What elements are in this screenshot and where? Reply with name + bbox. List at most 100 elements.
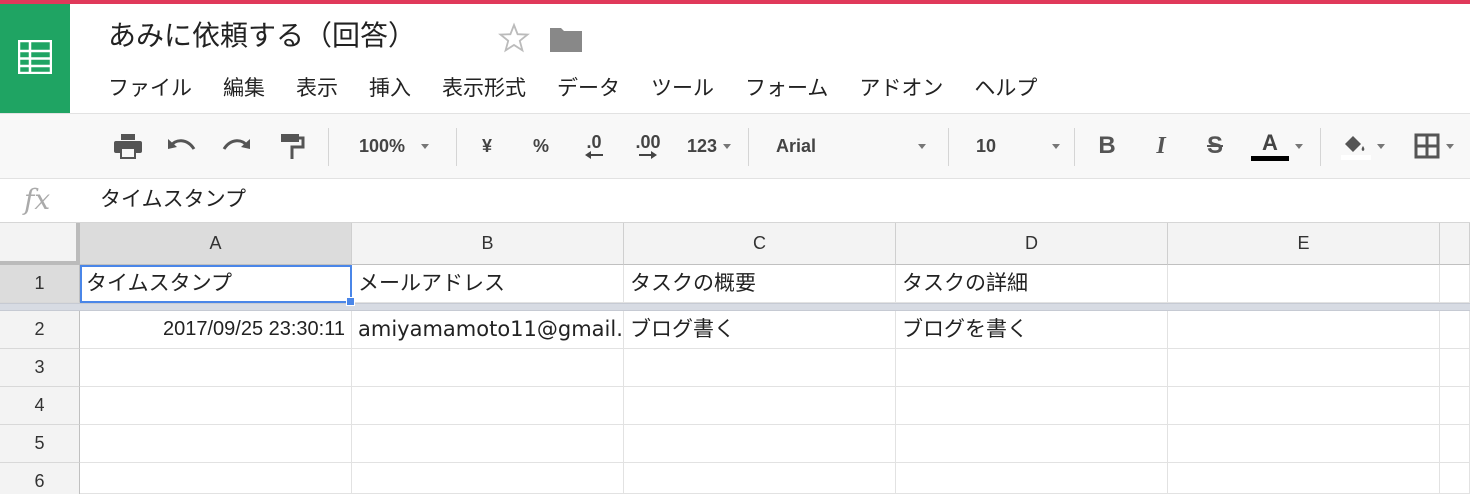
- print-button[interactable]: [110, 114, 146, 178]
- row-header-4[interactable]: 4: [0, 387, 80, 425]
- menu-edit[interactable]: 編集: [223, 72, 265, 106]
- cell-f3[interactable]: [1440, 349, 1470, 387]
- font-family-select[interactable]: Arial: [776, 114, 926, 178]
- cell-b5[interactable]: [352, 425, 624, 463]
- cell-b2[interactable]: amiyamamoto11@gmail.com: [352, 311, 624, 349]
- formula-bar: fx タイムスタンプ: [0, 179, 1470, 223]
- italic-button[interactable]: I: [1146, 114, 1176, 178]
- row-header-2[interactable]: 2: [0, 311, 80, 349]
- row-header-6[interactable]: 6: [0, 463, 80, 494]
- column-header-e[interactable]: E: [1168, 223, 1440, 265]
- fill-handle[interactable]: [346, 297, 355, 306]
- cell-a3[interactable]: [80, 349, 352, 387]
- column-header-b[interactable]: B: [352, 223, 624, 265]
- paint-format-icon: [281, 134, 305, 159]
- cell-f1[interactable]: [1440, 265, 1470, 303]
- cell-e4[interactable]: [1168, 387, 1440, 425]
- cell-f6[interactable]: [1440, 463, 1470, 494]
- currency-format-button[interactable]: ¥: [472, 114, 502, 178]
- borders-icon: [1414, 133, 1440, 159]
- column-header-next[interactable]: [1440, 223, 1470, 265]
- star-outline-icon[interactable]: [498, 22, 530, 54]
- toolbar-separator: [1320, 128, 1321, 166]
- cell-e5[interactable]: [1168, 425, 1440, 463]
- cell-b1[interactable]: メールアドレス: [352, 265, 624, 303]
- document-title[interactable]: あみに依頼する（回答）: [108, 14, 416, 54]
- row-header-5[interactable]: 5: [0, 425, 80, 463]
- borders-button[interactable]: [1404, 114, 1464, 178]
- text-color-swatch: [1251, 155, 1289, 161]
- cell-d4[interactable]: [896, 387, 1168, 425]
- formula-input[interactable]: タイムスタンプ: [100, 183, 246, 215]
- cell-b4[interactable]: [352, 387, 624, 425]
- row-header-1[interactable]: 1: [0, 265, 80, 303]
- cell-a4[interactable]: [80, 387, 352, 425]
- zoom-select[interactable]: 100%: [348, 114, 440, 178]
- toolbar-separator: [328, 128, 329, 166]
- redo-button[interactable]: [218, 114, 254, 178]
- sheets-logo[interactable]: [0, 4, 70, 113]
- cell-f2[interactable]: [1440, 311, 1470, 349]
- cell-e1[interactable]: [1168, 265, 1440, 303]
- cell-d2[interactable]: ブログを書く: [896, 311, 1168, 349]
- cell-c1[interactable]: タスクの概要: [624, 265, 896, 303]
- paint-format-button[interactable]: [274, 114, 310, 178]
- cell-f5[interactable]: [1440, 425, 1470, 463]
- bold-button[interactable]: B: [1092, 114, 1122, 178]
- menu-form[interactable]: フォーム: [745, 72, 828, 106]
- column-header-c[interactable]: C: [624, 223, 896, 265]
- menu-file[interactable]: ファイル: [108, 72, 192, 106]
- print-icon: [114, 134, 142, 159]
- spreadsheet-grid: A B C D E 1 2 3 4 5 6 タイムスタンプ メールアドレス タス…: [0, 223, 1470, 494]
- select-all-corner[interactable]: [0, 223, 80, 265]
- column-header-d[interactable]: D: [896, 223, 1168, 265]
- more-formats-select[interactable]: 123: [680, 114, 738, 178]
- cell-f4[interactable]: [1440, 387, 1470, 425]
- strikethrough-button[interactable]: S: [1200, 114, 1230, 178]
- frozen-row-divider[interactable]: [0, 303, 1470, 311]
- font-size-select[interactable]: 10: [976, 114, 1060, 178]
- chevron-down-icon: [421, 143, 430, 149]
- chevron-down-icon: [1052, 143, 1060, 149]
- cell-d6[interactable]: [896, 463, 1168, 494]
- cell-e3[interactable]: [1168, 349, 1440, 387]
- menu-format[interactable]: 表示形式: [442, 72, 526, 106]
- menu-help[interactable]: ヘルプ: [974, 72, 1037, 106]
- cell-a1[interactable]: タイムスタンプ: [80, 265, 352, 303]
- cell-e2[interactable]: [1168, 311, 1440, 349]
- cell-b6[interactable]: [352, 463, 624, 494]
- cell-c2[interactable]: ブログ書く: [624, 311, 896, 349]
- menu-data[interactable]: データ: [557, 72, 620, 106]
- chevron-down-icon: [1377, 143, 1385, 149]
- chevron-down-icon: [1295, 143, 1303, 149]
- toolbar-separator: [456, 128, 457, 166]
- cell-c3[interactable]: [624, 349, 896, 387]
- cell-a2[interactable]: 2017/09/25 23:30:11: [80, 311, 352, 349]
- folder-icon[interactable]: [549, 25, 583, 53]
- toolbar-separator: [748, 128, 749, 166]
- cell-c5[interactable]: [624, 425, 896, 463]
- row-header-3[interactable]: 3: [0, 349, 80, 387]
- cell-c4[interactable]: [624, 387, 896, 425]
- redo-icon: [222, 139, 250, 150]
- column-header-a[interactable]: A: [80, 223, 352, 265]
- menu-addons[interactable]: アドオン: [859, 72, 943, 106]
- percent-format-button[interactable]: %: [524, 114, 558, 178]
- cell-d1[interactable]: タスクの詳細: [896, 265, 1168, 303]
- cell-a6[interactable]: [80, 463, 352, 494]
- menu-tools[interactable]: ツール: [651, 72, 714, 106]
- cell-c6[interactable]: [624, 463, 896, 494]
- cell-d3[interactable]: [896, 349, 1168, 387]
- cell-e6[interactable]: [1168, 463, 1440, 494]
- undo-button[interactable]: [164, 114, 200, 178]
- cell-a5[interactable]: [80, 425, 352, 463]
- fill-color-button[interactable]: [1334, 114, 1392, 178]
- menu-insert[interactable]: 挿入: [369, 72, 411, 106]
- text-color-button[interactable]: A: [1248, 114, 1306, 178]
- chevron-down-icon: [1446, 143, 1454, 149]
- cell-b3[interactable]: [352, 349, 624, 387]
- cell-d5[interactable]: [896, 425, 1168, 463]
- decrease-decimal-button[interactable]: .0: [574, 114, 614, 178]
- menu-view[interactable]: 表示: [296, 72, 338, 106]
- increase-decimal-button[interactable]: .00: [628, 114, 668, 178]
